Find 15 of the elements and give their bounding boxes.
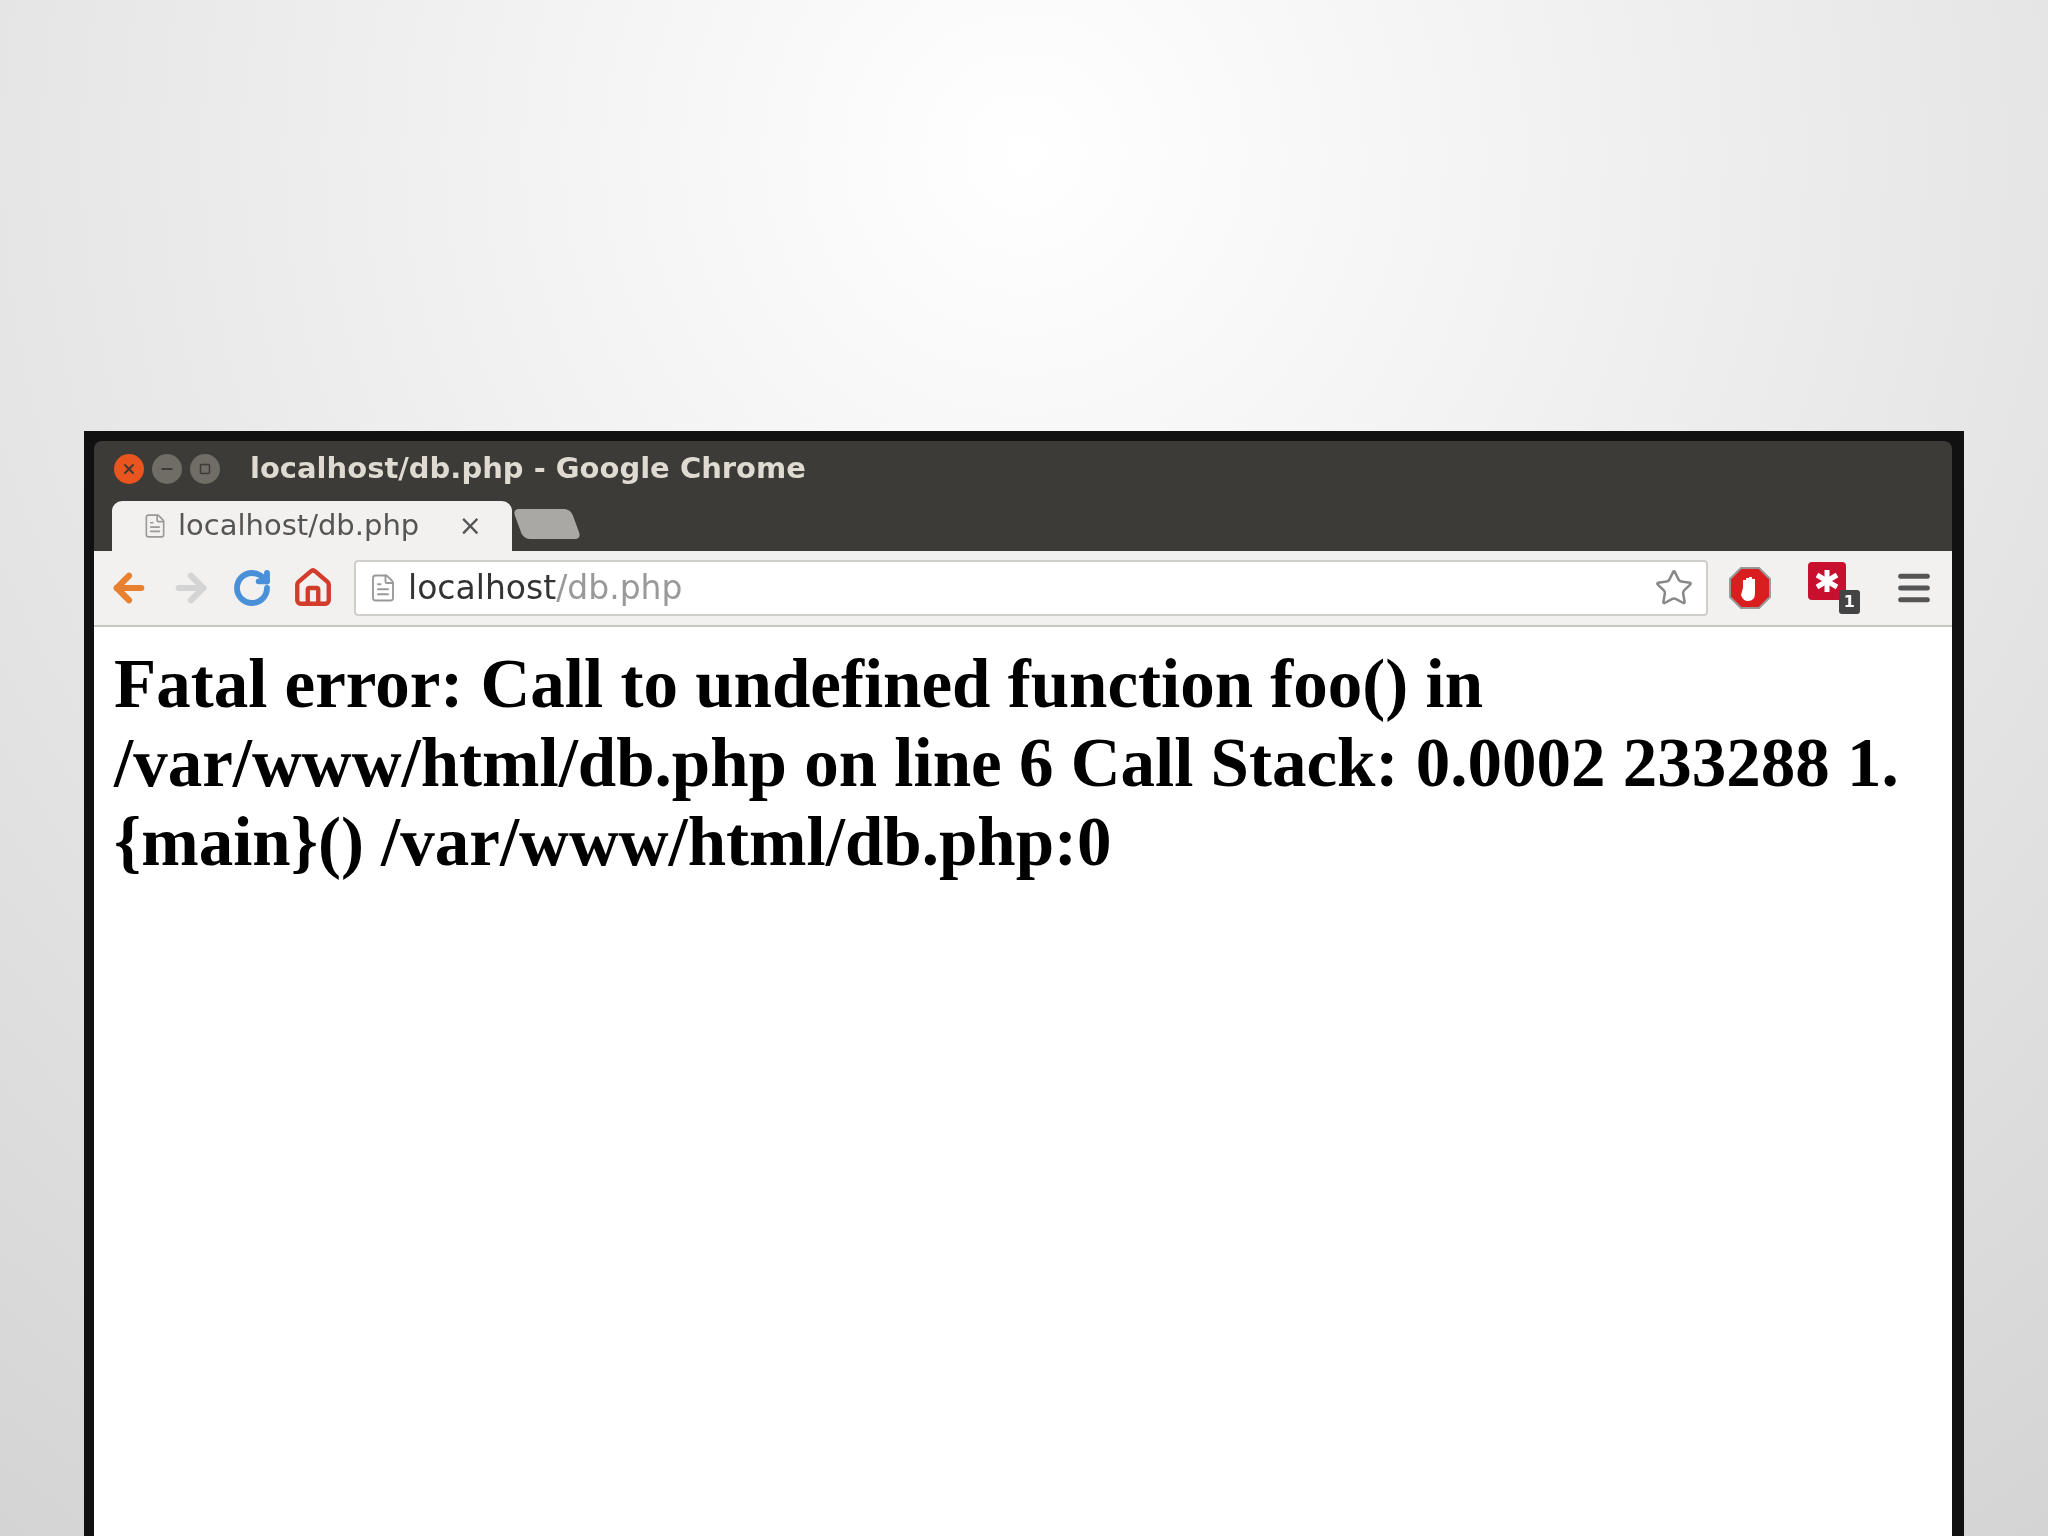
browser-tab[interactable]: localhost/db.php × <box>112 501 512 551</box>
reload-icon[interactable] <box>232 568 272 608</box>
extension-badge: 1 <box>1838 590 1860 614</box>
error-message: Fatal error: Call to undefined function foo() in /var/www/html/db.php on line 6 Call Stack: 0.0002 233288 1. {main}() /var/www/html/db.php:0 <box>114 645 1900 882</box>
extension-icon[interactable] <box>1808 562 1846 600</box>
minimize-icon[interactable] <box>152 454 182 484</box>
stop-hand-icon[interactable] <box>1728 566 1772 610</box>
address-bar[interactable]: localhost/db.php <box>354 560 1708 616</box>
url-text: localhost/db.php <box>408 567 683 610</box>
tab-close-button[interactable]: × <box>458 505 482 547</box>
new-tab-button[interactable] <box>512 509 582 539</box>
home-icon[interactable] <box>292 567 334 609</box>
maximize-icon[interactable] <box>190 454 220 484</box>
close-icon[interactable] <box>114 454 144 484</box>
window-title: localhost/db.php - Google Chrome <box>250 450 806 488</box>
